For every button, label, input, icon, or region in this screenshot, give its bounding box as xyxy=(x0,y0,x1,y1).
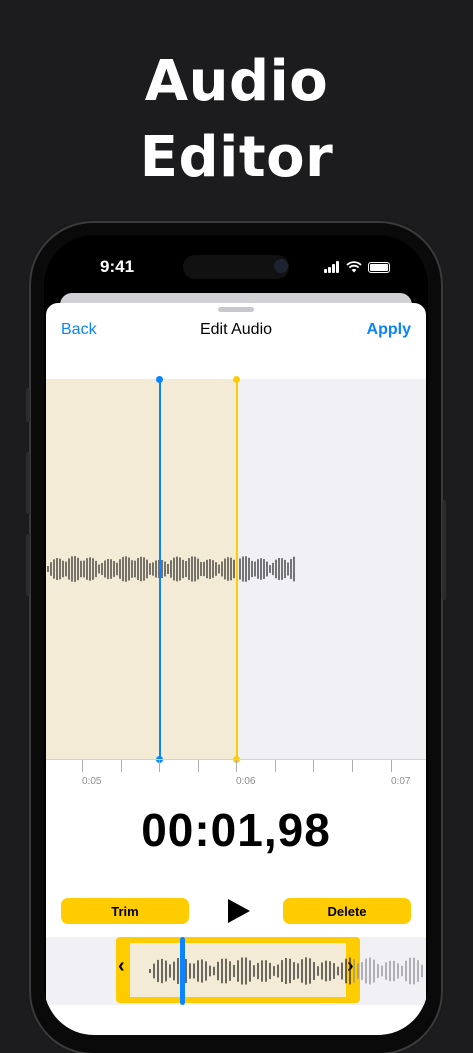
trim-button[interactable]: Trim xyxy=(61,898,189,924)
delete-button[interactable]: Delete xyxy=(283,898,411,924)
battery-icon xyxy=(368,262,390,273)
promo-headline: Audio Editor xyxy=(0,44,473,196)
ruler-label: 0:07 xyxy=(391,776,411,787)
headline-line-2: Editor xyxy=(139,125,334,190)
selection-end-marker[interactable] xyxy=(236,379,238,759)
edit-audio-sheet: Edit Audio Back Apply 0:05 0:06 0:07 00:… xyxy=(46,303,426,1035)
mute-switch xyxy=(26,388,30,422)
apply-button[interactable]: Apply xyxy=(367,321,411,339)
status-bar: 9:41 xyxy=(44,235,428,295)
phone-screen: 9:41 Edit Audio Back Apply 0:05 0:06 0:0… xyxy=(44,235,428,1035)
wifi-icon xyxy=(346,261,362,273)
ruler-label: 0:06 xyxy=(236,776,256,787)
waveform-editor[interactable] xyxy=(46,376,426,763)
playhead-top-handle[interactable] xyxy=(156,376,163,383)
camera-icon xyxy=(274,259,288,273)
sheet-grabber[interactable] xyxy=(218,307,254,312)
playhead[interactable] xyxy=(159,379,161,759)
signal-icon xyxy=(324,255,340,273)
power-button xyxy=(442,500,446,600)
back-button[interactable]: Back xyxy=(61,321,97,339)
volume-down-button xyxy=(26,534,30,596)
time-ruler: 0:05 0:06 0:07 xyxy=(46,759,426,800)
selection-end-top-handle[interactable] xyxy=(233,376,240,383)
current-time-display: 00:01,98 xyxy=(141,804,331,856)
ruler-label: 0:05 xyxy=(82,776,102,787)
play-icon[interactable] xyxy=(224,897,252,925)
overview-scrubber[interactable]: ‹ › xyxy=(46,937,426,1005)
overview-playhead[interactable] xyxy=(180,937,185,1005)
volume-up-button xyxy=(26,452,30,514)
status-time: 9:41 xyxy=(100,257,135,276)
overview-waveform xyxy=(149,957,423,985)
headline-line-1: Audio xyxy=(144,49,329,114)
